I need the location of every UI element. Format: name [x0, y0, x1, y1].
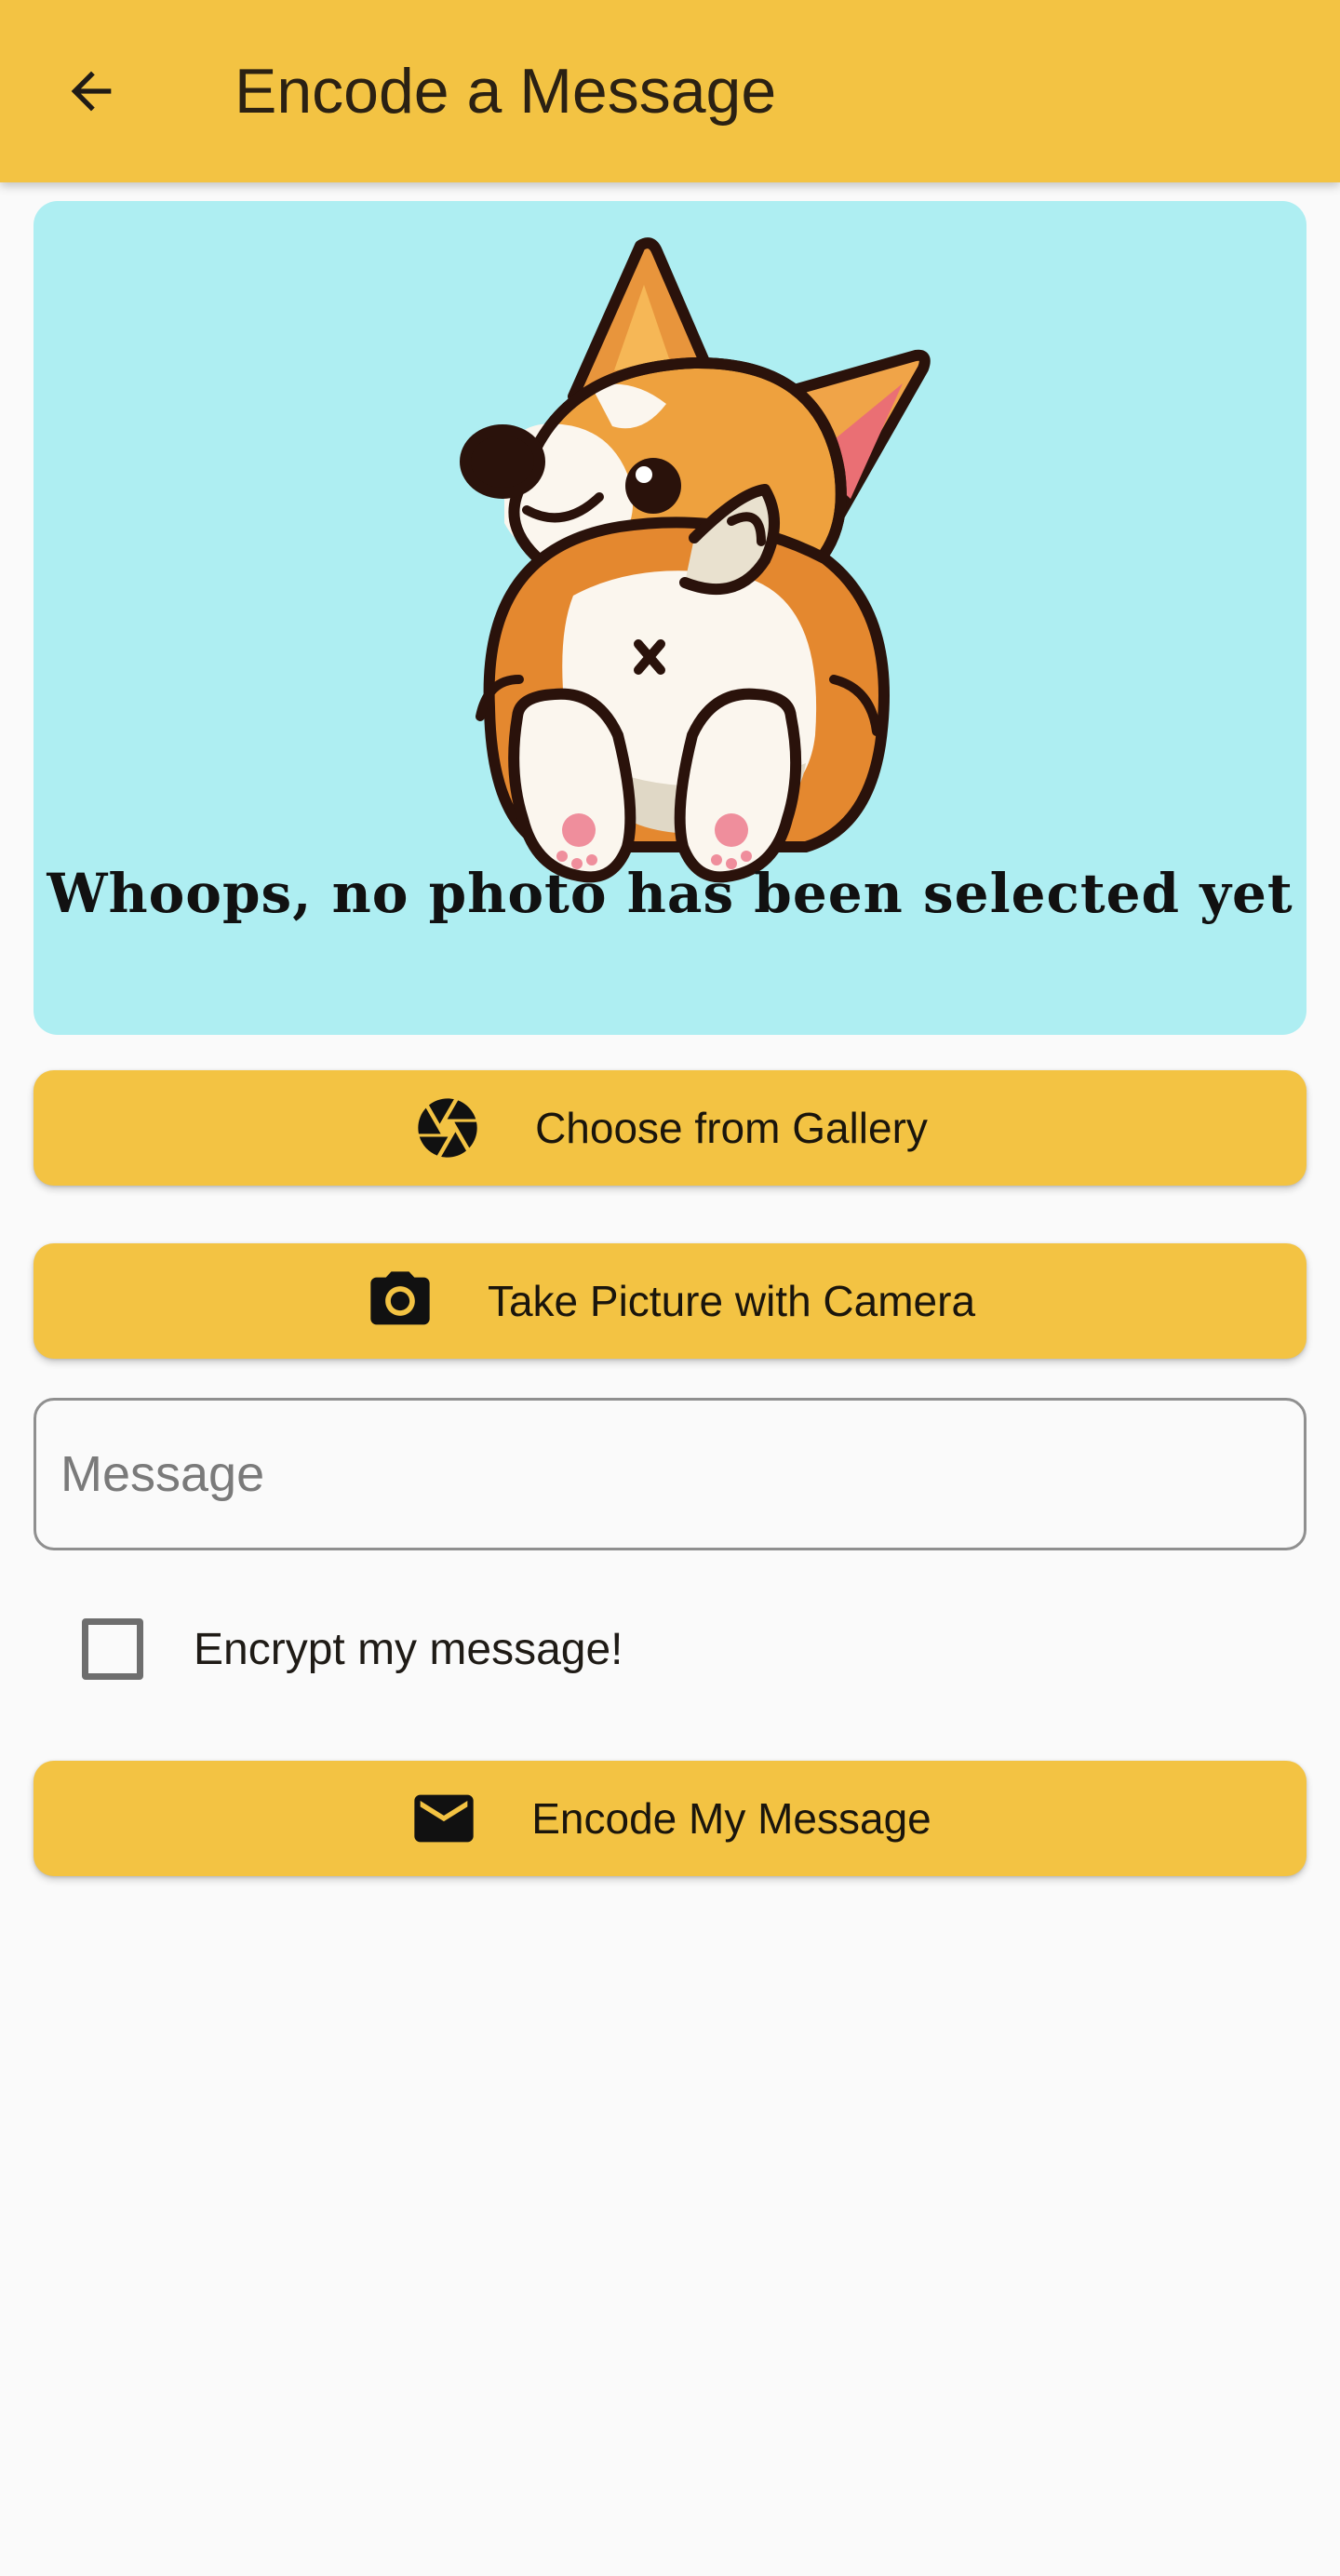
back-button[interactable]	[48, 48, 134, 134]
take-picture-label: Take Picture with Camera	[487, 1277, 976, 1325]
encrypt-option: Encrypt my message!	[74, 1610, 623, 1688]
encode-message-button[interactable]: Encode My Message	[34, 1761, 1306, 1876]
mail-icon	[409, 1783, 479, 1854]
choose-from-gallery-button[interactable]: Choose from Gallery	[34, 1070, 1306, 1186]
corgi-illustration	[460, 237, 931, 883]
message-input[interactable]	[34, 1398, 1306, 1550]
camera-icon	[365, 1266, 436, 1336]
arrow-back-icon	[71, 71, 112, 112]
encrypt-label: Encrypt my message!	[194, 1624, 623, 1674]
take-picture-button[interactable]: Take Picture with Camera	[34, 1243, 1306, 1359]
app-bar: Encode a Message	[0, 0, 1340, 182]
page-title: Encode a Message	[234, 56, 777, 127]
no-photo-message: Whoops, no photo has been selected yet	[47, 862, 1293, 925]
choose-from-gallery-label: Choose from Gallery	[535, 1104, 928, 1152]
camera-aperture-icon	[412, 1093, 483, 1163]
encode-message-label: Encode My Message	[531, 1794, 931, 1843]
image-preview-card: Whoops, no photo has been selected yet	[34, 201, 1306, 1035]
encrypt-checkbox[interactable]	[82, 1618, 143, 1680]
